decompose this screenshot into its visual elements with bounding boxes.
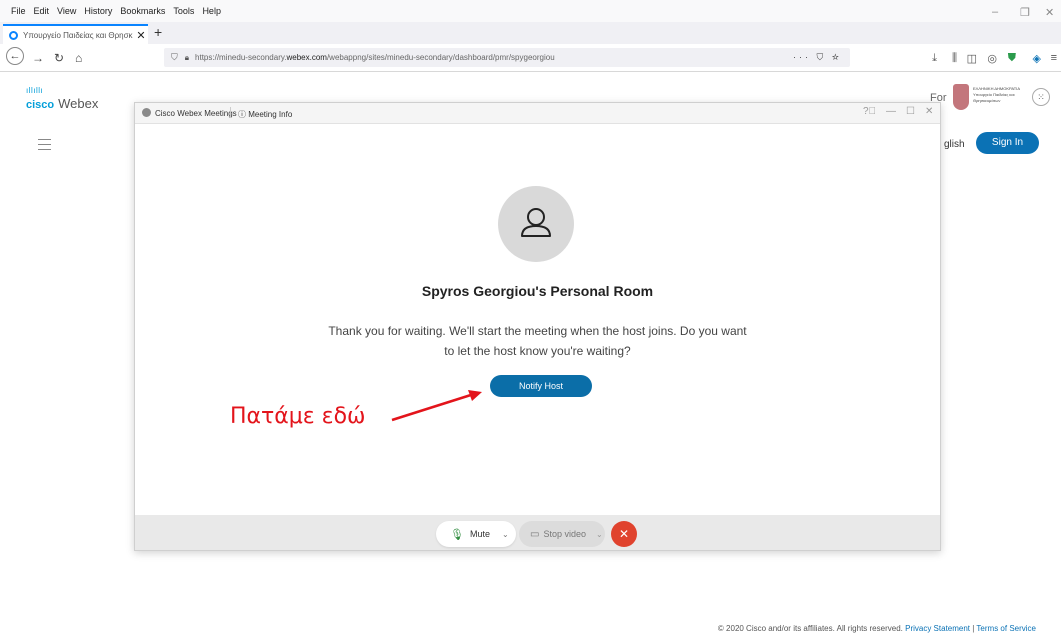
terms-of-service-link[interactable]: Terms of Service xyxy=(976,624,1036,633)
page-menu-icon[interactable] xyxy=(38,139,51,154)
menu-hamburger-icon[interactable]: ≡ xyxy=(1051,52,1057,64)
webex-wordmark: Webex xyxy=(58,96,99,111)
webex-app-icon xyxy=(142,108,151,117)
footer-separator: | xyxy=(972,624,975,633)
meeting-minimize-icon[interactable]: — xyxy=(886,106,896,117)
video-camera-icon: ▭ xyxy=(530,528,540,540)
leave-meeting-button[interactable]: ✕ xyxy=(611,521,637,547)
extension-icon[interactable]: ⛊ xyxy=(1008,52,1016,65)
menu-history[interactable]: History xyxy=(84,6,112,16)
home-icon[interactable]: ⌂ xyxy=(75,51,82,65)
room-name: Spyros Georgiou's Personal Room xyxy=(421,283,654,299)
mute-label: Mute xyxy=(469,529,490,539)
cisco-webex-logo[interactable]: ıllıllı cisco Webex xyxy=(26,86,98,113)
tab-title: Υπουργείο Παιδείας και Θρησκ xyxy=(23,30,133,40)
browser-menubar: File Edit View History Bookmarks Tools H… xyxy=(0,0,1061,22)
menu-edit[interactable]: Edit xyxy=(34,6,50,16)
tab-favicon-icon xyxy=(9,30,18,40)
tab-active[interactable]: Υπουργείο Παιδείας και Θρησκ ✕ xyxy=(3,24,148,44)
library-icon[interactable]: ⫼ xyxy=(952,52,957,65)
url-text: https://minedu-secondary.webex.com/webap… xyxy=(195,53,555,62)
help-icon[interactable]: ?⃝ xyxy=(863,106,876,117)
meeting-maximize-icon[interactable]: ☐ xyxy=(906,106,915,117)
chevron-down-icon[interactable]: ⌄ xyxy=(502,530,509,539)
privacy-statement-link[interactable]: Privacy Statement xyxy=(905,624,970,633)
menu-tools[interactable]: Tools xyxy=(173,6,194,16)
meeting-titlebar: Cisco Webex Meetings ⓘ Meeting Info ?⃝ —… xyxy=(135,103,940,124)
meeting-close-icon[interactable]: ✕ xyxy=(925,106,933,117)
menu-view[interactable]: View xyxy=(57,6,76,16)
ministry-logo: ΕΛΛΗΝΙΚΗ ΔΗΜΟΚΡΑΤΙΑ Υπουργείο Παιδείας κ… xyxy=(953,84,1025,112)
sign-in-button[interactable]: Sign In xyxy=(976,132,1039,154)
account-icon[interactable]: ◎ xyxy=(987,52,997,65)
page-footer: © 2020 Cisco and/or its affiliates. All … xyxy=(718,624,1036,633)
menu-help[interactable]: Help xyxy=(202,6,221,16)
footer-copyright: © 2020 Cisco and/or its affiliates. All … xyxy=(717,624,903,633)
restore-icon[interactable]: ❐ xyxy=(1020,6,1030,19)
close-window-icon[interactable]: ✕ xyxy=(1045,6,1054,19)
back-icon[interactable]: ← xyxy=(6,47,24,65)
reload-icon[interactable]: ↻ xyxy=(54,51,64,65)
cisco-wordmark: cisco xyxy=(26,99,55,111)
microphone-icon: 🎙︎ xyxy=(450,528,464,541)
navigation-bar: ← → ↻ ⌂ ⛉ 🔒︎ https://minedu-secondary.we… xyxy=(0,44,1061,72)
cisco-bars-icon: ıllıllı xyxy=(26,86,44,95)
tab-close-icon[interactable]: ✕ xyxy=(134,29,148,42)
stop-video-label: Stop video xyxy=(543,529,586,539)
minimize-icon[interactable]: – xyxy=(992,6,998,18)
language-selector[interactable]: glish xyxy=(944,139,965,150)
forward-icon[interactable]: → xyxy=(32,51,44,65)
chevron-down-icon[interactable]: ⌄ xyxy=(596,530,603,539)
stop-video-button[interactable]: ▭ Stop video ⌄ xyxy=(519,521,605,547)
new-tab-icon[interactable]: + xyxy=(154,24,162,40)
addon-icon[interactable]: ◈ xyxy=(1033,52,1041,65)
apps-icon[interactable]: ⁙ xyxy=(1032,88,1050,106)
user-avatar-icon xyxy=(498,186,574,262)
meeting-app-name: Cisco Webex Meetings xyxy=(155,109,237,118)
sidebar-icon[interactable]: ◫ xyxy=(967,52,977,65)
mute-button[interactable]: 🎙︎ Mute ⌄ xyxy=(436,521,516,547)
ministry-emblem-icon xyxy=(953,84,969,110)
annotation-text: Πατάμε εδώ xyxy=(230,404,366,429)
tracking-shield-icon[interactable]: ⛉ xyxy=(171,52,178,63)
meeting-info-button[interactable]: ⓘ Meeting Info xyxy=(238,109,292,120)
menu-bookmarks[interactable]: Bookmarks xyxy=(120,6,165,16)
page-actions-icon[interactable]: ··· ⛉ ☆ xyxy=(793,52,842,63)
lock-icon[interactable]: 🔒︎ xyxy=(185,53,189,63)
downloads-icon[interactable]: ⤓ xyxy=(932,52,937,65)
menu-file[interactable]: File xyxy=(11,6,26,16)
titlebar-divider xyxy=(230,107,231,118)
meeting-controls-bar: 🎙︎ Mute ⌄ ▭ Stop video ⌄ ✕ xyxy=(135,515,940,550)
notify-host-button[interactable]: Notify Host xyxy=(490,375,592,397)
annotation-arrow-icon xyxy=(391,390,482,422)
ministry-text: ΕΛΛΗΝΙΚΗ ΔΗΜΟΚΡΑΤΙΑ Υπουργείο Παιδείας κ… xyxy=(973,86,1020,103)
wait-message: Thank you for waiting. We'll start the m… xyxy=(328,324,747,358)
meeting-window: Cisco Webex Meetings ⓘ Meeting Info ?⃝ —… xyxy=(134,102,941,551)
url-domain: webex.com xyxy=(286,53,327,62)
address-bar[interactable]: ⛉ 🔒︎ https://minedu-secondary.webex.com/… xyxy=(164,48,850,67)
